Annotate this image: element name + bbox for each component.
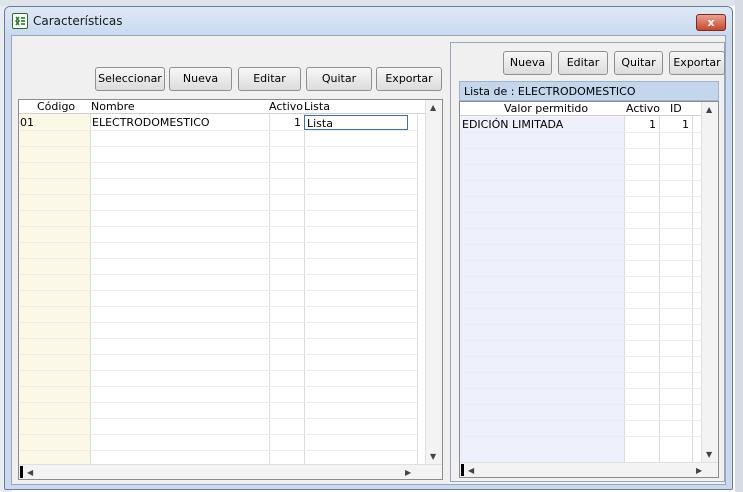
lista-nueva-button[interactable]: Nueva — [503, 51, 552, 75]
cell-activo[interactable]: 1 — [271, 115, 301, 130]
header-valor-permitido[interactable]: Valor permitido — [504, 102, 588, 116]
header-id[interactable]: ID — [670, 102, 682, 116]
header-activo[interactable]: Activo — [626, 102, 660, 116]
scroll-down-icon[interactable]: ▼ — [706, 450, 712, 459]
cell-codigo[interactable]: 01 — [20, 115, 88, 130]
quitar-button[interactable]: Quitar — [306, 67, 372, 91]
window-title: Características — [33, 14, 123, 28]
app-icon — [12, 13, 28, 29]
cell-id[interactable]: 1 — [661, 117, 689, 132]
background-app-right — [735, 0, 743, 492]
grid-header: Código Nombre Activo Lista — [19, 100, 427, 114]
scroll-up-icon[interactable]: ▲ — [430, 103, 436, 112]
lista-exportar-button[interactable]: Exportar — [669, 51, 725, 75]
nueva-button[interactable]: Nueva — [169, 67, 232, 91]
editar-button[interactable]: Editar — [238, 67, 301, 91]
close-icon: x — [707, 16, 715, 29]
scroll-left-icon[interactable]: ◀ — [468, 466, 474, 475]
caracteristicas-window: Características x Seleccionar Nueva Edit… — [4, 6, 733, 490]
lista-panel: Nueva Editar Quitar Exportar Lista de : … — [450, 42, 725, 482]
header-codigo[interactable]: Código — [37, 100, 75, 114]
table-row[interactable]: 01 ELECTRODOMESTICO 1 Lista — [19, 115, 417, 130]
caracteristicas-grid[interactable]: Código Nombre Activo Lista 01 ELECTRODOM… — [18, 99, 443, 480]
cell-nombre[interactable]: ELECTRODOMESTICO — [92, 115, 267, 130]
codigo-column-shade — [19, 114, 90, 464]
close-button[interactable]: x — [696, 14, 726, 31]
header-activo[interactable]: Activo — [269, 100, 303, 114]
valor-column-shade — [460, 116, 624, 462]
row-marker — [461, 464, 464, 476]
cell-valor-permitido[interactable]: EDICIÓN LIMITADA — [462, 117, 622, 132]
header-lista[interactable]: Lista — [304, 100, 330, 114]
row-marker — [20, 466, 23, 478]
scroll-right-icon[interactable]: ▶ — [696, 466, 702, 475]
client-area: Seleccionar Nueva Editar Quitar Exportar… — [11, 35, 726, 485]
title-bar[interactable]: Características x — [5, 7, 732, 35]
lista-editar-button[interactable]: Editar — [558, 51, 608, 75]
cell-lista[interactable]: Lista — [304, 115, 408, 130]
lista-title: Lista de : ELECTRODOMESTICO — [459, 81, 719, 101]
valores-vertical-scrollbar[interactable]: ▲ ▼ — [701, 102, 718, 462]
valores-grid-header: Valor permitido Activo ID — [460, 102, 703, 116]
scroll-up-icon[interactable]: ▲ — [706, 105, 712, 114]
scroll-down-icon[interactable]: ▼ — [430, 452, 436, 461]
cell-activo[interactable]: 1 — [626, 117, 656, 132]
valores-horizontal-scrollbar[interactable]: ◀ ▶ — [460, 462, 718, 477]
header-nombre[interactable]: Nombre — [91, 100, 135, 114]
scroll-right-icon[interactable]: ▶ — [405, 468, 411, 477]
valores-grid[interactable]: Valor permitido Activo ID EDICIÓN LIMITA… — [459, 101, 719, 478]
exportar-button[interactable]: Exportar — [376, 67, 442, 91]
grid-horizontal-scrollbar[interactable]: ◀ ▶ — [19, 464, 442, 479]
scroll-left-icon[interactable]: ◀ — [27, 468, 33, 477]
lista-quitar-button[interactable]: Quitar — [614, 51, 663, 75]
grid-vertical-scrollbar[interactable]: ▲ ▼ — [425, 100, 442, 464]
seleccionar-button[interactable]: Seleccionar — [95, 67, 165, 91]
table-row[interactable]: EDICIÓN LIMITADA 1 1 — [460, 117, 703, 132]
